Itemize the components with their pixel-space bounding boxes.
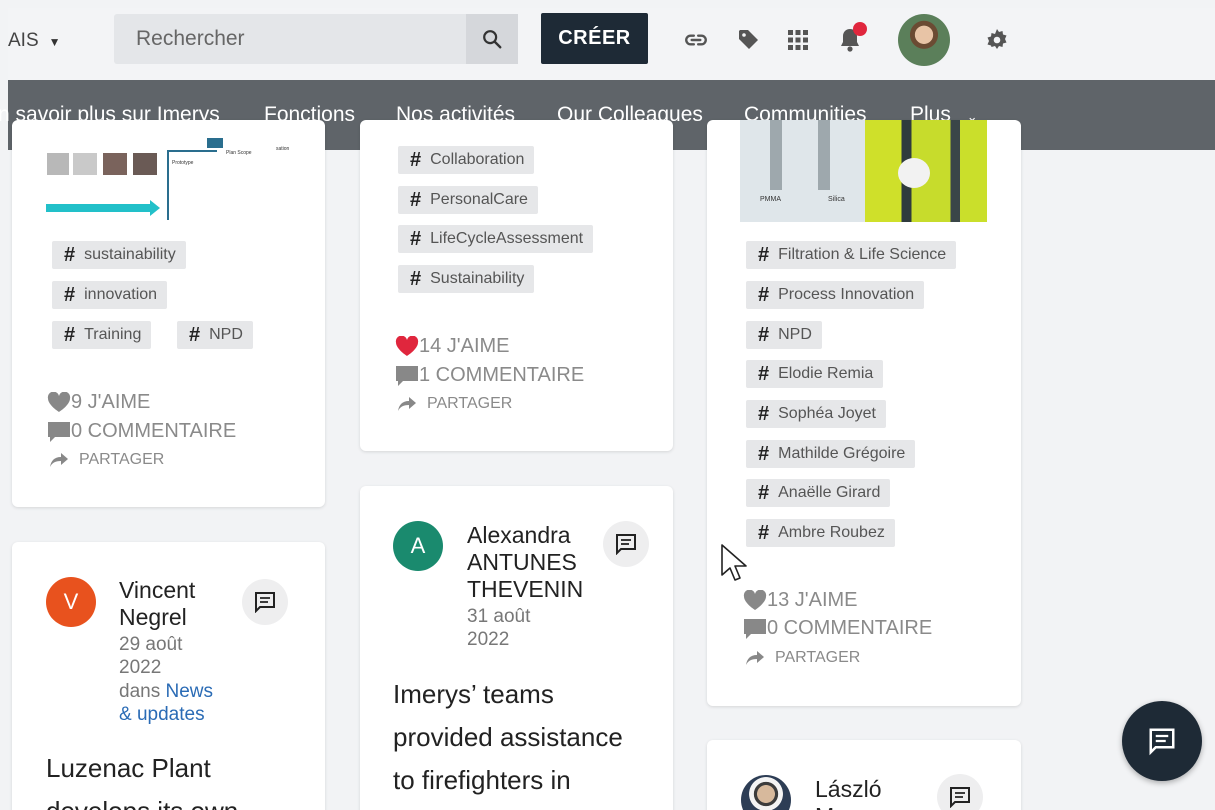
hashtag[interactable]: # Filtration & Life Science [746, 241, 957, 269]
user-avatar[interactable] [898, 14, 950, 66]
hashtag[interactable]: # Sophéa Joyet [746, 400, 886, 428]
hashtag[interactable]: # PersonalCare [398, 186, 538, 214]
language-label: AIS [8, 30, 39, 51]
search-icon [483, 30, 502, 49]
comment-button[interactable]: 0 COMMENTAIRE [47, 420, 236, 443]
caret-down-icon: ▼ [48, 35, 61, 49]
create-button[interactable]: CRÉER [541, 13, 648, 64]
comment-thread-button[interactable] [603, 521, 649, 567]
comment-icon [744, 618, 766, 639]
post-title[interactable]: Imerys’ teams provided assistance to fir… [393, 673, 623, 802]
message-icon [616, 534, 636, 555]
hashtag[interactable]: # Mathilde Grégoire [746, 440, 916, 468]
author-avatar[interactable]: A [393, 521, 443, 571]
comment-count: 1 COMMENTAIRE [419, 364, 585, 386]
bell-icon[interactable] [836, 22, 867, 54]
comment-icon [48, 421, 70, 442]
mouse-cursor-icon [720, 543, 748, 588]
hashtag[interactable]: # Training [52, 321, 152, 349]
hashtag[interactable]: # NPD [746, 321, 822, 349]
like-button[interactable]: 13 J'AIME [743, 589, 858, 612]
hashtag[interactable]: # LifeCycleAssessment [398, 225, 594, 253]
like-button[interactable]: 14 J'AIME [395, 335, 510, 358]
hashtag[interactable]: # Process Innovation [746, 281, 925, 309]
post-image[interactable]: Prototype Plan Scope sation [12, 120, 325, 230]
post-card-2: # Collaboration # PersonalCare # LifeCycleA… [360, 120, 673, 451]
post-card-laszlo: László M [707, 740, 1021, 810]
share-arrow-icon [746, 651, 764, 665]
share-arrow-icon [50, 453, 68, 467]
comment-button[interactable]: 1 COMMENTAIRE [395, 364, 584, 387]
like-count: 13 J'AIME [767, 589, 858, 611]
hashtag[interactable]: # Sustainability [398, 265, 535, 293]
share-button[interactable]: PARTAGER [397, 395, 512, 413]
post-card-3: PMMA Silica # Filtration & Life Science #… [707, 120, 1021, 706]
comment-count: 0 COMMENTAIRE [71, 420, 237, 442]
post-card-1: Prototype Plan Scope sation # sustainabil… [12, 120, 325, 507]
post-card-alexandra: A Alexandra ANTUNES THEVENIN 31 août 202… [360, 486, 673, 810]
search-button[interactable] [466, 14, 518, 64]
post-date: 29 août 2022 [119, 634, 183, 678]
notification-badge [853, 22, 867, 36]
message-icon [1149, 728, 1175, 756]
post-title[interactable]: Luzenac Plant develops its own [46, 747, 238, 810]
apps-grid-icon[interactable] [784, 26, 812, 54]
heart-icon [47, 392, 71, 412]
image-label: Plan Scope [226, 150, 252, 156]
space-link[interactable]: News [165, 681, 213, 702]
search-box [114, 14, 518, 64]
comment-count: 0 COMMENTAIRE [767, 617, 933, 639]
image-label: PMMA [760, 196, 781, 203]
like-count: 9 J'AIME [71, 391, 151, 413]
chat-fab-button[interactable] [1122, 701, 1202, 781]
post-space: dans News & updates [119, 681, 213, 726]
comment-button[interactable]: 0 COMMENTAIRE [743, 617, 932, 640]
share-label: PARTAGER [79, 451, 165, 468]
post-card-vincent: V Vincent Negrel 29 août 2022 dans News … [12, 542, 325, 810]
author-avatar[interactable] [741, 775, 791, 810]
author-name[interactable]: Alexandra ANTUNES THEVENIN [467, 522, 583, 603]
share-arrow-icon [398, 397, 416, 411]
hashtag[interactable]: # Elodie Remia [746, 360, 884, 388]
like-button[interactable]: 9 J'AIME [47, 391, 150, 414]
hashtag[interactable]: # sustainability [52, 241, 186, 269]
hashtag[interactable]: # Anaëlle Girard [746, 479, 891, 507]
hashtag[interactable]: # Collaboration [398, 146, 535, 174]
language-selector[interactable]: AIS ▼ [8, 30, 61, 52]
image-label: Prototype [172, 160, 194, 166]
link-icon[interactable] [682, 26, 710, 54]
share-button[interactable]: PARTAGER [745, 649, 860, 667]
message-icon [255, 592, 275, 613]
heart-icon [395, 336, 419, 356]
image-label: Silica [828, 196, 845, 203]
tag-icon[interactable] [735, 26, 763, 54]
post-image[interactable]: PMMA Silica [740, 120, 987, 222]
message-icon [950, 787, 970, 808]
share-button[interactable]: PARTAGER [49, 451, 164, 469]
post-date: 31 août 2022 [467, 606, 531, 650]
like-count: 14 J'AIME [419, 335, 510, 357]
comment-icon [396, 365, 418, 386]
gear-icon[interactable] [983, 26, 1011, 54]
image-label: sation [276, 146, 290, 152]
hashtag[interactable]: # NPD [177, 321, 253, 349]
share-label: PARTAGER [775, 649, 861, 666]
author-avatar[interactable]: V [46, 577, 96, 627]
heart-icon [743, 590, 767, 610]
author-name[interactable]: László M [815, 776, 881, 810]
space-link[interactable]: & updates [119, 703, 213, 726]
top-bar: AIS ▼ CRÉER [8, 8, 1215, 80]
search-input[interactable] [114, 14, 466, 64]
hashtag[interactable]: # Ambre Roubez [746, 519, 895, 547]
share-label: PARTAGER [427, 395, 513, 412]
comment-thread-button[interactable] [242, 579, 288, 625]
hashtag[interactable]: # innovation [52, 281, 168, 309]
comment-thread-button[interactable] [937, 774, 983, 810]
author-name[interactable]: Vincent Negrel [119, 577, 195, 631]
